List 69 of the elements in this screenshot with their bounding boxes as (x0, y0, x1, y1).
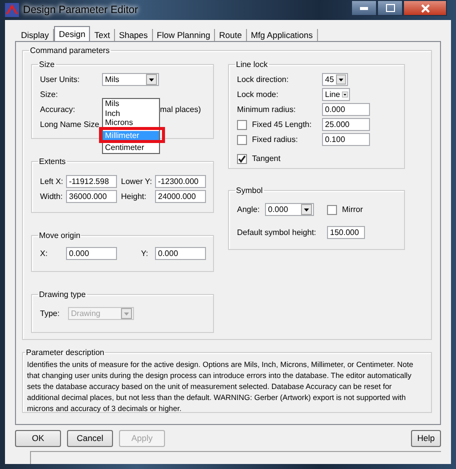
list-option[interactable]: Inch (103, 108, 159, 118)
field-label: Fixed radius: (252, 134, 299, 145)
dialog-button[interactable]: OK (15, 430, 61, 447)
input-field[interactable]: 150.000 (327, 226, 365, 239)
app-icon (5, 3, 19, 17)
dropdown-field[interactable]: Line (322, 88, 350, 101)
list-option[interactable]: Centimeter (103, 143, 159, 152)
list-option[interactable]: Microns (103, 118, 159, 128)
input-field[interactable]: 24000.000 (155, 190, 206, 203)
maximize-button[interactable] (377, 0, 403, 16)
field-label: User Units: (40, 74, 81, 85)
field-label: Lock direction: (237, 74, 290, 85)
tab[interactable]: Text (90, 29, 115, 41)
field-label: Long Name Size (40, 119, 100, 130)
tab[interactable]: Mfg Applications (246, 29, 318, 41)
input-field[interactable]: 0.100 (322, 133, 370, 146)
field-label: Left X: (40, 176, 64, 187)
input-field[interactable]: -11912.598 (66, 175, 117, 188)
close-button[interactable] (403, 0, 447, 16)
input-field[interactable]: 36000.000 (66, 190, 117, 203)
field-label: Height: (121, 191, 148, 202)
group-title: Symbol (235, 185, 264, 196)
input-field[interactable]: 0.000 (322, 103, 370, 116)
field-label: Fixed 45 Length: (252, 119, 313, 130)
group-title: Drawing type (38, 289, 87, 300)
checkbox[interactable] (237, 134, 247, 144)
field-label: Angle: (237, 204, 261, 215)
highlight-frame (99, 127, 165, 143)
tab[interactable]: Route (215, 29, 247, 41)
group-title: Line lock (235, 59, 269, 70)
input-field[interactable]: 25.000 (322, 118, 370, 131)
checkbox[interactable] (237, 154, 247, 164)
window-title: Design Parameter Editor (23, 4, 138, 16)
tab[interactable]: Design (54, 26, 90, 41)
dropdown-field[interactable]: 0.000 (265, 203, 314, 216)
group-title: Parameter description (25, 347, 106, 358)
minimize-icon (360, 6, 368, 10)
dialog-button[interactable]: Cancel (67, 430, 113, 447)
tab[interactable]: Shapes (114, 29, 153, 41)
minimize-button[interactable] (351, 0, 377, 16)
dropdown-field[interactable]: 45 (322, 73, 348, 86)
input-field[interactable]: -12300.000 (155, 175, 206, 188)
field-label: Type: (40, 308, 61, 319)
field-label: Minimum radius: (237, 104, 297, 115)
group-title: Move origin (38, 230, 82, 241)
maximize-icon (386, 4, 394, 12)
list-option[interactable]: Mils (103, 99, 159, 108)
field-label: Tangent (252, 153, 280, 164)
checkbox[interactable] (237, 120, 247, 130)
field-label: Lock mode: (237, 89, 280, 100)
close-icon (420, 4, 430, 12)
field-label: Size: (40, 89, 59, 100)
dropdown-field[interactable]: Mils (102, 73, 159, 86)
input-field[interactable]: 0.000 (66, 247, 117, 260)
dialog-button[interactable]: Help (411, 430, 441, 447)
field-label: Lower Y: (121, 176, 153, 187)
field-label: mal places) (160, 104, 201, 115)
group-title: Extents (38, 156, 67, 167)
field-label: Accuracy: (40, 104, 76, 115)
group-title: Size (38, 59, 56, 70)
field-label: X: (40, 248, 49, 259)
checkbox[interactable] (327, 204, 337, 214)
field-label: Width: (40, 191, 64, 202)
field-label: Default symbol height: (237, 227, 318, 238)
group-title: Command parameters (29, 45, 111, 56)
field-label: Mirror (342, 204, 363, 215)
field-label: Y: (141, 248, 150, 259)
tab[interactable]: Flow Planning (152, 29, 216, 41)
input-field[interactable]: 0.000 (155, 247, 206, 260)
